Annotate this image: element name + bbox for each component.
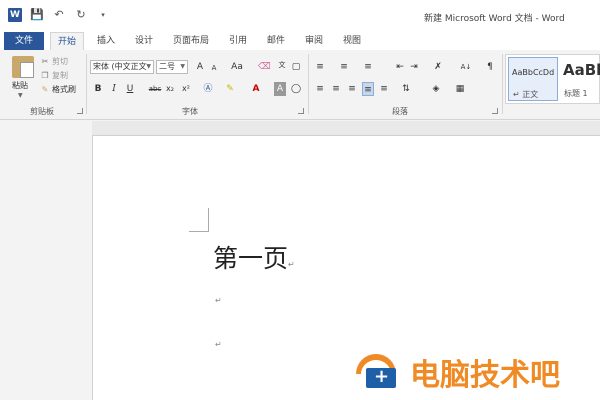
change-case-button[interactable]: Aa: [228, 60, 246, 74]
bold-button[interactable]: B: [92, 82, 104, 96]
distributed-icon[interactable]: ≡: [378, 82, 390, 96]
align-left-icon[interactable]: ≡: [314, 82, 326, 96]
grow-font-button[interactable]: A: [194, 60, 206, 74]
left-margin-pane: [0, 121, 92, 400]
chevron-down-icon: ▼: [146, 63, 151, 70]
style-normal-sample: AaBbCcDd: [512, 68, 555, 77]
heading-text: 第一页: [213, 244, 289, 273]
align-right-icon[interactable]: ≡: [346, 82, 358, 96]
font-color-icon[interactable]: A: [250, 82, 262, 96]
scissors-icon: ✂: [41, 57, 49, 66]
tab-home[interactable]: 开始: [50, 32, 84, 50]
justify-icon[interactable]: ≡: [362, 82, 374, 96]
sort-icon[interactable]: A↓: [460, 60, 472, 74]
text-effects-icon[interactable]: Ⓐ: [202, 82, 214, 96]
tab-review[interactable]: 审阅: [300, 32, 328, 50]
shading-icon[interactable]: ◈: [430, 82, 442, 96]
font-size-select[interactable]: 二号 ▼: [156, 60, 188, 74]
title-bar: W 💾 ↶ ↻ ▾ 新建 Microsoft Word 文档 - Word: [0, 0, 600, 32]
paste-icon[interactable]: [12, 56, 34, 78]
shrink-font-button[interactable]: A: [208, 61, 220, 75]
copy-icon: ❐: [41, 71, 49, 80]
quick-access-toolbar: 💾 ↶ ↻ ▾: [30, 8, 110, 21]
clipboard-launcher-icon[interactable]: [77, 108, 83, 114]
tab-references[interactable]: 引用: [224, 32, 252, 50]
style-normal[interactable]: AaBbCcDd ↵ 正文: [508, 57, 558, 101]
cut-button[interactable]: ✂ 剪切: [40, 56, 68, 67]
window-title: 新建 Microsoft Word 文档 - Word: [424, 14, 565, 24]
ribbon-tabs: 文件 开始 插入 设计 页面布局 引用 邮件 审阅 视图: [0, 32, 600, 50]
margin-corner-mark: [189, 208, 209, 232]
numbering-icon[interactable]: ≡: [338, 60, 350, 74]
format-painter-button[interactable]: ✎ 格式刷: [40, 84, 76, 95]
paragraph-mark: ↵: [215, 340, 222, 349]
font-size-value: 二号: [159, 62, 175, 71]
font-name-value: 宋体 (中文正文: [93, 62, 147, 71]
decrease-indent-icon[interactable]: ⇤: [394, 60, 406, 74]
ribbon: 粘贴 ▼ ✂ 剪切 ❐ 复制 ✎ 格式刷 剪贴板 宋体 (中文正文 ▼ 二号 ▼…: [0, 50, 600, 120]
watermark-logo-icon: [354, 354, 406, 390]
cut-label: 剪切: [52, 57, 68, 66]
styles-gallery: AaBbCcDd ↵ 正文 AaBl 标题 1: [505, 54, 600, 104]
style-heading-name: 标题 1: [564, 89, 588, 98]
site-watermark: 电脑技术吧: [354, 350, 560, 394]
chinese-layout-icon[interactable]: ✗: [432, 60, 444, 74]
subscript-button[interactable]: x₂: [164, 82, 176, 96]
word-window: W 💾 ↶ ↻ ▾ 新建 Microsoft Word 文档 - Word 文件…: [0, 0, 600, 400]
strikethrough-button[interactable]: abc: [146, 82, 164, 96]
tab-insert[interactable]: 插入: [92, 32, 120, 50]
paragraph-launcher-icon[interactable]: [492, 108, 498, 114]
superscript-button[interactable]: x²: [180, 82, 192, 96]
paragraph-mark: ↵: [215, 296, 222, 305]
tab-mailings[interactable]: 邮件: [262, 32, 290, 50]
style-heading-1[interactable]: AaBl 标题 1: [560, 57, 600, 101]
paragraph-group-label: 段落: [392, 107, 408, 116]
font-group-label: 字体: [182, 107, 198, 116]
phonetic-guide-icon[interactable]: 文: [276, 58, 288, 72]
show-marks-icon[interactable]: ¶: [484, 60, 496, 74]
italic-button[interactable]: I: [108, 82, 120, 96]
style-normal-name: ↵ 正文: [513, 90, 539, 99]
style-heading-sample: AaBl: [563, 61, 600, 79]
paste-dropdown-icon[interactable]: ▼: [18, 92, 23, 99]
char-shading-icon[interactable]: A: [274, 82, 286, 96]
clipboard-group-label: 剪贴板: [30, 107, 54, 116]
tab-view[interactable]: 视图: [338, 32, 366, 50]
customize-icon[interactable]: ▾: [96, 11, 110, 19]
save-icon[interactable]: 💾: [30, 8, 44, 21]
document-heading[interactable]: 第一页↵: [213, 239, 295, 275]
paste-button[interactable]: 粘贴: [12, 80, 28, 91]
char-border-icon[interactable]: ▢: [290, 60, 302, 74]
borders-icon[interactable]: ▦: [454, 82, 466, 96]
redo-icon[interactable]: ↻: [74, 8, 88, 21]
copy-label: 复制: [52, 71, 68, 80]
highlight-icon[interactable]: ✎: [224, 82, 236, 96]
font-name-select[interactable]: 宋体 (中文正文 ▼: [90, 60, 154, 74]
tab-page-layout[interactable]: 页面布局: [168, 32, 214, 50]
tab-design[interactable]: 设计: [130, 32, 158, 50]
copy-button[interactable]: ❐ 复制: [40, 70, 68, 81]
watermark-text: 电脑技术吧: [410, 358, 560, 393]
multilevel-list-icon[interactable]: ≡: [362, 60, 374, 74]
paragraph-mark: ↵: [288, 260, 295, 269]
undo-icon[interactable]: ↶: [52, 8, 66, 21]
increase-indent-icon[interactable]: ⇥: [408, 60, 420, 74]
format-painter-label: 格式刷: [52, 85, 76, 94]
bullets-icon[interactable]: ≡: [314, 60, 326, 74]
word-app-icon[interactable]: W: [8, 8, 22, 22]
enclose-char-icon[interactable]: ◯: [290, 82, 302, 96]
tab-file[interactable]: 文件: [4, 32, 44, 50]
group-divider: [86, 54, 87, 114]
align-center-icon[interactable]: ≡: [330, 82, 342, 96]
brush-icon: ✎: [41, 85, 49, 94]
underline-button[interactable]: U: [124, 82, 136, 96]
group-divider: [502, 54, 503, 114]
group-divider: [308, 54, 309, 114]
font-launcher-icon[interactable]: [298, 108, 304, 114]
clear-format-icon[interactable]: ⌫: [258, 60, 271, 74]
chevron-down-icon: ▼: [180, 63, 185, 70]
line-spacing-icon[interactable]: ⇅: [400, 82, 412, 96]
